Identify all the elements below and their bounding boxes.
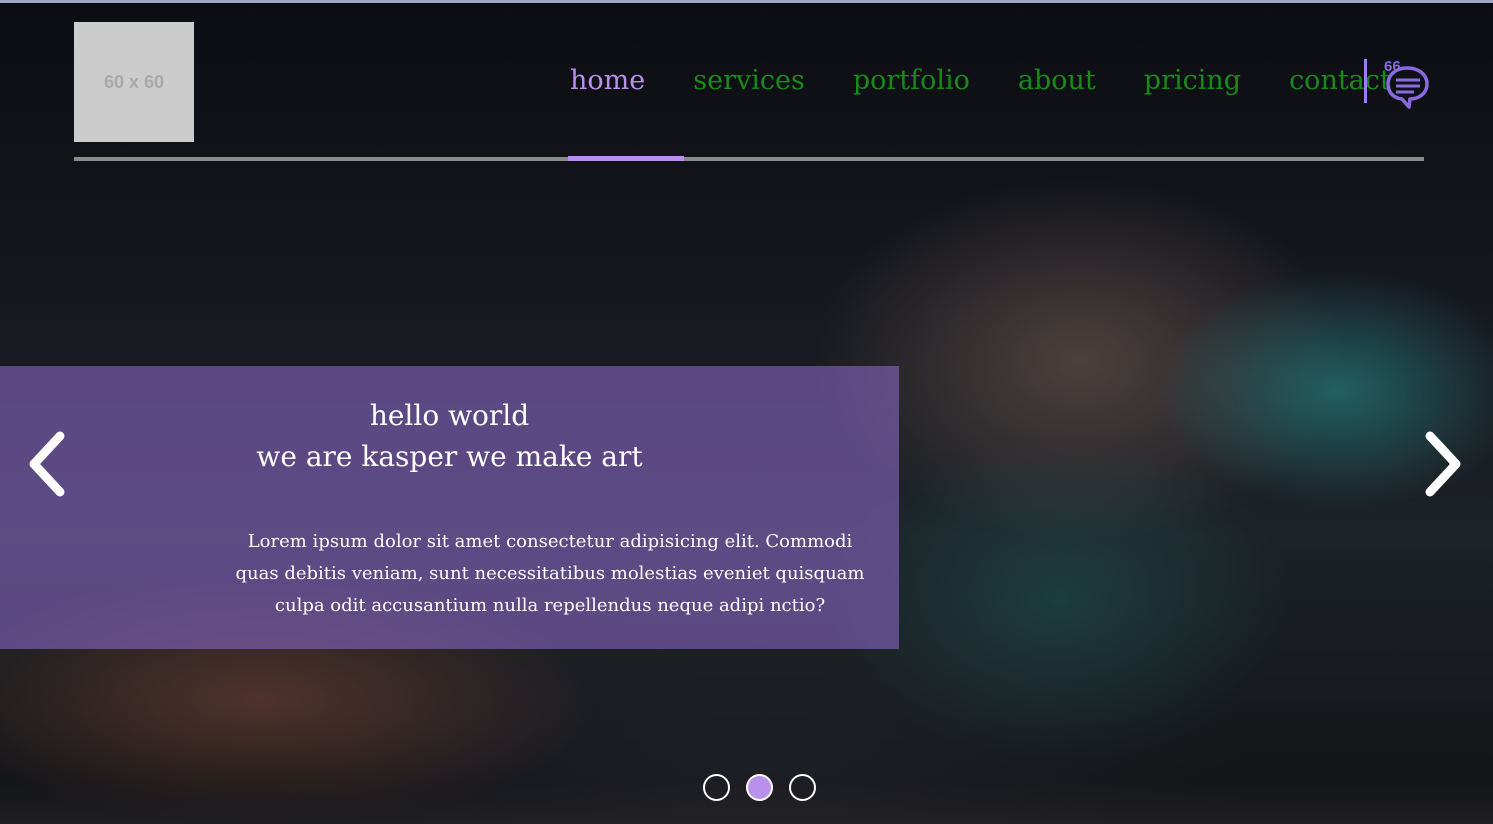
prev-slide-button[interactable]	[22, 428, 74, 500]
nav-rail-active-indicator	[568, 156, 684, 161]
chat-badge-text: 66	[1384, 58, 1401, 75]
chevron-right-icon	[1425, 431, 1461, 497]
slide-heading-line2: we are kasper we make art	[256, 439, 643, 473]
nav-item-about[interactable]: about	[1018, 65, 1096, 96]
nav-divider	[1364, 59, 1367, 103]
slide-caption: hello world we are kasper we make art Lo…	[0, 366, 899, 649]
chat-bubble-icon[interactable]: 66	[1378, 56, 1434, 112]
nav-item-pricing[interactable]: pricing	[1144, 65, 1241, 96]
nav-item-home[interactable]: home	[570, 65, 645, 96]
nav-item-services[interactable]: services	[693, 65, 805, 96]
next-slide-button[interactable]	[1416, 428, 1468, 500]
nav-item-contact[interactable]: contact	[1289, 65, 1391, 96]
slider-dot-2[interactable]	[746, 774, 773, 801]
slider-dot-1[interactable]	[703, 774, 730, 801]
slide-heading: hello world we are kasper we make art	[0, 396, 899, 477]
slider-dot-3[interactable]	[789, 774, 816, 801]
hero-section: 60 x 60 home services portfolio about pr…	[0, 0, 1493, 824]
nav-rail	[74, 157, 1424, 161]
chevron-left-icon	[29, 431, 65, 497]
logo-placeholder[interactable]: 60 x 60	[74, 22, 194, 142]
nav-item-portfolio[interactable]: portfolio	[853, 65, 970, 96]
slide-body-text: Lorem ipsum dolor sit amet consectetur a…	[235, 531, 865, 616]
main-nav: home services portfolio about pricing co…	[570, 58, 1439, 102]
slider-dots	[703, 774, 832, 801]
top-border	[0, 0, 1493, 3]
logo-text: 60 x 60	[103, 71, 165, 92]
slide-heading-line1: hello world	[369, 399, 530, 432]
